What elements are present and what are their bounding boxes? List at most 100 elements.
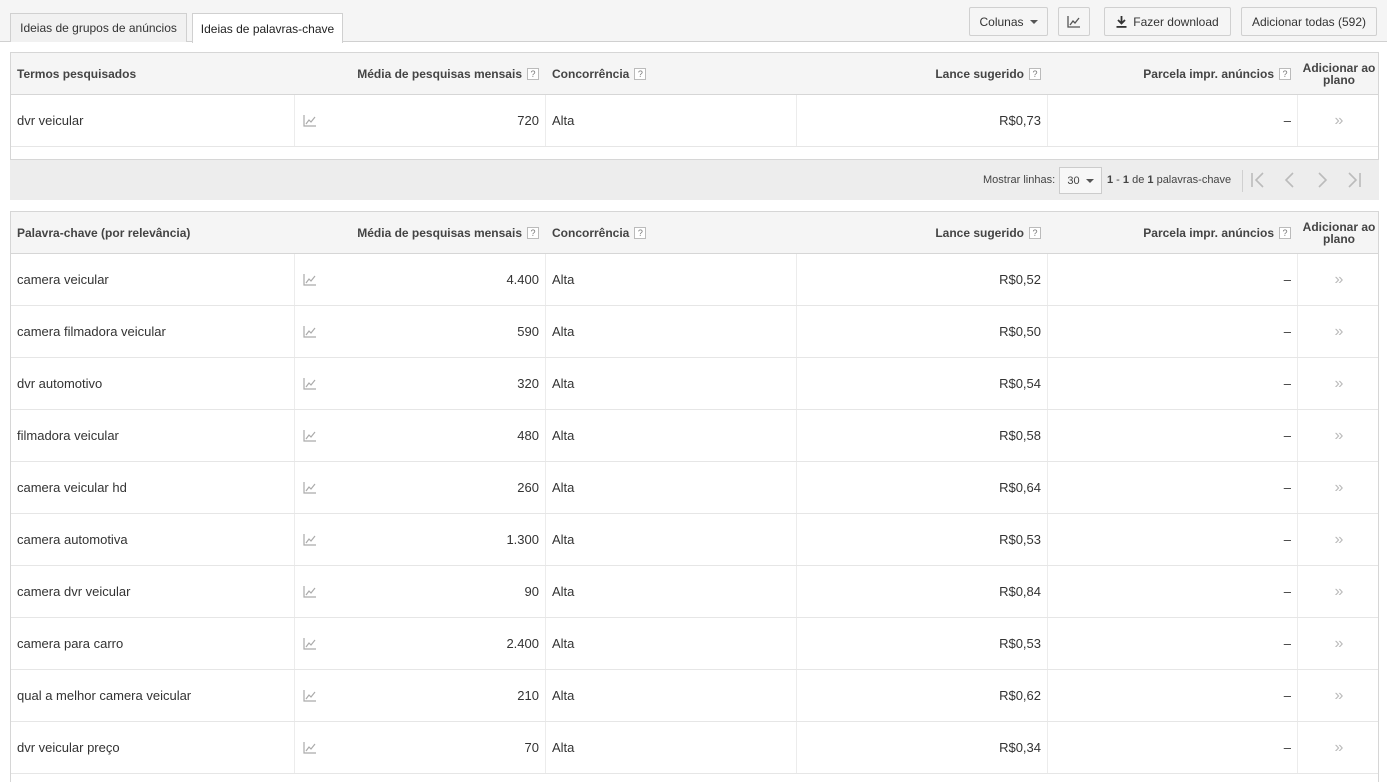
help-icon[interactable]: ? [1029, 226, 1041, 239]
keyword-text: filmadora veicular [17, 428, 119, 443]
trend-chart-icon[interactable] [303, 618, 317, 669]
table-row: camera automotiva 1.300 Alta R$0,53 –» [11, 514, 1378, 566]
add-to-plan-icon[interactable]: » [1301, 670, 1377, 721]
header-avg-searches[interactable]: Média de pesquisas mensais? [331, 212, 539, 253]
last-page-icon[interactable] [1344, 171, 1364, 189]
rows-per-page-select[interactable]: 30 [1059, 167, 1102, 194]
table-header: Palavra-chave (por relevância) Média de … [11, 212, 1378, 254]
header-add-to-plan: Adicionar ao plano [1302, 219, 1376, 246]
competition-value: Alta [552, 636, 575, 651]
chart-toggle-button[interactable] [1058, 7, 1090, 36]
suggested-bid-value: R$0,64 [999, 480, 1041, 495]
avg-searches-value: 260 [517, 480, 539, 495]
impr-share-value: – [1283, 636, 1291, 651]
rows-per-page-value: 30 [1067, 174, 1080, 187]
keyword-text: camera para carro [17, 636, 124, 651]
keyword-text: dvr veicular [17, 113, 84, 128]
trend-chart-icon[interactable] [303, 358, 317, 409]
pagination-range: 1 - 1 de 1 palavras-chave [1107, 174, 1232, 186]
suggested-bid-value: R$0,53 [999, 532, 1041, 547]
table-header: Termos pesquisados Média de pesquisas me… [11, 53, 1378, 95]
impr-share-value: – [1283, 324, 1291, 339]
help-icon[interactable]: ? [1029, 67, 1041, 80]
suggested-bid-value: R$0,73 [999, 113, 1041, 128]
table-row: camera veicular 4.400 Alta R$0,52 –» [11, 254, 1378, 306]
next-page-icon[interactable] [1312, 171, 1332, 189]
trend-chart-icon[interactable] [303, 95, 317, 146]
header-searched-terms[interactable]: Termos pesquisados [17, 53, 136, 94]
help-icon[interactable]: ? [1279, 226, 1291, 239]
show-rows-label: Mostrar linhas: [983, 174, 1056, 186]
download-button[interactable]: Fazer download [1104, 7, 1231, 36]
trend-chart-icon[interactable] [303, 670, 317, 721]
trend-chart-icon[interactable] [303, 410, 317, 461]
header-add-to-plan: Adicionar ao plano [1302, 60, 1376, 87]
help-icon[interactable]: ? [527, 67, 539, 80]
suggested-bid-value: R$0,62 [999, 688, 1041, 703]
avg-searches-value: 4.400 [506, 272, 539, 287]
pagination-bar: Mostrar linhas: 30 1 - 1 de 1 palavras-c… [10, 160, 1379, 200]
avg-searches-value: 2.400 [506, 636, 539, 651]
help-icon[interactable]: ? [634, 67, 647, 80]
add-to-plan-icon[interactable]: » [1301, 306, 1377, 357]
help-icon[interactable]: ? [527, 226, 539, 239]
trend-chart-icon[interactable] [303, 462, 317, 513]
chevron-down-icon [1029, 19, 1038, 24]
columns-button-label: Colunas [979, 14, 1024, 29]
add-to-plan-icon[interactable]: » [1301, 254, 1377, 305]
header-keyword[interactable]: Palavra-chave (por relevância) [17, 212, 190, 253]
impr-share-value: – [1283, 740, 1291, 755]
add-to-plan-icon[interactable]: » [1301, 95, 1377, 146]
divider [1242, 170, 1243, 192]
add-to-plan-icon[interactable]: » [1301, 722, 1377, 773]
table-row: camera para carro 2.400 Alta R$0,53 –» [11, 618, 1378, 670]
trend-chart-icon[interactable] [303, 514, 317, 565]
trend-chart-icon[interactable] [303, 306, 317, 357]
impr-share-value: – [1283, 480, 1291, 495]
table-row: camera dvr veicular 90 Alta R$0,84 –» [11, 566, 1378, 618]
help-icon[interactable]: ? [634, 226, 647, 239]
trend-chart-icon[interactable] [303, 722, 317, 773]
keyword-text: camera filmadora veicular [17, 324, 166, 339]
avg-searches-value: 210 [517, 688, 539, 703]
trend-chart-icon[interactable] [303, 566, 317, 617]
suggested-bid-value: R$0,53 [999, 636, 1041, 651]
keyword-text: dvr veicular preço [17, 740, 120, 755]
competition-value: Alta [552, 272, 575, 287]
add-to-plan-icon[interactable]: » [1301, 462, 1377, 513]
table-row: camera veicular hd 260 Alta R$0,64 –» [11, 462, 1378, 514]
first-page-icon[interactable] [1248, 171, 1268, 189]
help-icon[interactable]: ? [1279, 67, 1291, 80]
tab-ad-group-ideas[interactable]: Ideias de grupos de anúncios [10, 13, 187, 42]
add-all-button[interactable]: Adicionar todas (592) [1241, 7, 1377, 36]
header-competition[interactable]: Concorrência? [552, 212, 647, 253]
add-to-plan-icon[interactable]: » [1301, 410, 1377, 461]
header-competition[interactable]: Concorrência? [552, 53, 647, 94]
header-avg-searches[interactable]: Média de pesquisas mensais? [331, 53, 539, 94]
keyword-text: camera veicular hd [17, 480, 127, 495]
keyword-text: camera dvr veicular [17, 584, 131, 599]
suggested-bid-value: R$0,54 [999, 376, 1041, 391]
table-row: dvr automotivo 320 Alta R$0,54 –» [11, 358, 1378, 410]
tab-keyword-ideas[interactable]: Ideias de palavras-chave [192, 13, 343, 43]
previous-page-icon[interactable] [1280, 171, 1300, 189]
table-row: filmadora veicular 480 Alta R$0,58 –» [11, 410, 1378, 462]
header-suggested-bid[interactable]: Lance sugerido? [811, 212, 1041, 253]
impr-share-value: – [1283, 113, 1291, 128]
competition-value: Alta [552, 113, 575, 128]
columns-button[interactable]: Colunas [969, 7, 1048, 36]
table-row: qual a melhor camera veicular 210 Alta R$0,… [11, 670, 1378, 722]
header-suggested-bid[interactable]: Lance sugerido? [811, 53, 1041, 94]
top-toolbar: Ideias de grupos de anúncios Ideias de p… [0, 0, 1387, 43]
add-to-plan-icon[interactable]: » [1301, 566, 1377, 617]
impr-share-value: – [1283, 688, 1291, 703]
keyword-text: dvr automotivo [17, 376, 103, 391]
header-impr-share[interactable]: Parcela impr. anúncios? [1061, 53, 1291, 94]
keyword-text: qual a melhor camera veicular [17, 688, 192, 703]
add-to-plan-icon[interactable]: » [1301, 358, 1377, 409]
add-to-plan-icon[interactable]: » [1301, 514, 1377, 565]
add-to-plan-icon[interactable]: » [1301, 618, 1377, 669]
header-impr-share[interactable]: Parcela impr. anúncios? [1061, 212, 1291, 253]
keyword-ideas-table: Palavra-chave (por relevância) Média de … [10, 211, 1379, 782]
trend-chart-icon[interactable] [303, 254, 317, 305]
